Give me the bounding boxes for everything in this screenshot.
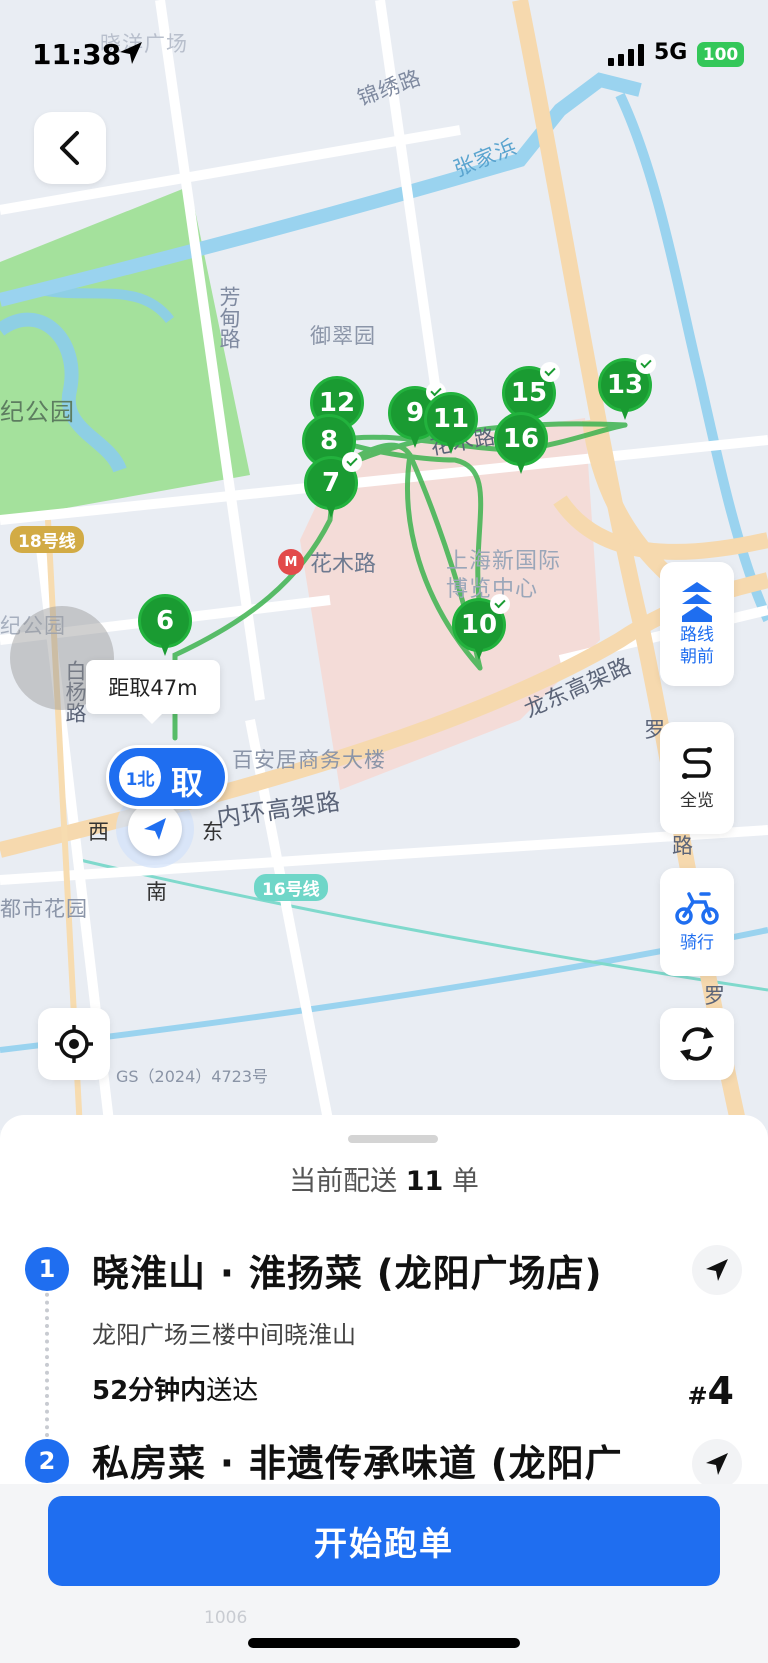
location-arrow-icon [128,802,182,856]
pickup-label: 取 [171,764,204,802]
map-label-yucui-garden: 御翠园 [310,324,376,348]
distance-to-pickup-tooltip: 距取47m [86,660,220,724]
delivery-marker[interactable]: 11 [424,392,478,456]
map-label-century-park: 纪公园 [0,398,75,426]
navigation-arrow-icon [706,1259,728,1281]
bike-icon [675,892,719,925]
delivery-marker[interactable]: 7 [304,452,362,520]
map-view[interactable]: 晓洋广场 锦绣路 张家浜 芳甸路 御翠园 纪公园 18号线 花木路 M 花木路 … [0,0,768,1130]
metro-icon: M [278,549,304,575]
delivery-marker[interactable]: 13 [598,354,656,422]
delivery-time-value: 52分钟内 [92,1376,207,1406]
cellular-signal-icon [608,44,644,66]
status-time: 11:38 [32,38,122,71]
navigate-button[interactable] [692,1439,742,1485]
refresh-button[interactable] [660,1008,734,1080]
overview-route-icon [682,747,712,779]
title-suffix: 单 [451,1166,479,1197]
line-18-badge: 18号线 [10,526,84,553]
status-bar: 11:38 5G 100 [0,0,768,100]
order-list-sheet[interactable]: 当前配送 11 单 1 晓淮山 · 淮扬菜 (龙阳广场店) 龙阳广场三楼中间晓淮… [0,1115,768,1485]
order-address: 龙阳广场三楼中间晓淮山 [92,1321,356,1349]
battery-level: 100 [697,42,744,67]
title-prefix: 当前配送 [289,1166,398,1197]
map-base [0,0,768,1130]
delivery-marker[interactable]: 10 [452,594,510,662]
home-indicator[interactable] [248,1638,520,1648]
pickup-location-marker[interactable]: 1北 取 [106,745,228,809]
order-index-badge: 1 [25,1247,69,1291]
map-label-luo-road-2: 路 [672,834,694,858]
compass-south: 南 [146,880,167,904]
route-heading-label-2: 朝前 [680,647,714,667]
order-sequence: #4 [687,1369,734,1413]
sequence-number: 4 [707,1369,734,1413]
overview-label: 全览 [680,791,714,811]
metro-station-name: 花木路 [310,552,377,577]
map-label-baian-building: 百安居商务大楼 [232,748,386,772]
order-store-name[interactable]: 私房菜 · 非遗传承味道 (龙阳广 [92,1433,623,1485]
map-license-number: GS（2024）4723号 [116,1067,268,1086]
delivery-time-suffix: 送达 [206,1376,259,1406]
completed-check-icon [540,362,560,382]
map-label-dushi-garden: 都市花园 [0,897,88,921]
background-faded-text: 1006 [204,1608,248,1628]
metro-station[interactable]: M 花木路 [278,546,376,578]
sequence-prefix: # [687,1382,708,1410]
order-index-badge: 2 [25,1439,69,1483]
bottom-action-bar: 开始跑单 1006 [0,1484,768,1663]
route-heading-icon [682,582,712,622]
delivery-marker[interactable]: 6 [138,594,192,658]
map-label-expo-center: 上海新国际博览中心 [446,549,562,602]
riding-mode-button[interactable]: 骑行 [660,868,734,976]
back-button[interactable] [34,112,106,184]
compass-west: 西 [88,820,109,844]
network-type: 5G [654,40,688,65]
order-delivery-time: 52分钟内送达 [92,1370,258,1407]
line-16-badge: 16号线 [254,874,328,901]
chevron-left-icon [60,131,79,165]
order-count: 11 [405,1166,444,1197]
delivery-marker[interactable]: 16 [494,412,548,476]
completed-check-icon [490,594,510,614]
overview-button[interactable]: 全览 [660,722,734,834]
navigate-button[interactable] [692,1245,742,1295]
map-label-fangdian-road: 芳甸路 [217,286,241,349]
route-heading-button[interactable]: 路线 朝前 [660,562,734,686]
map-label-luo-road-3: 罗 [704,984,726,1008]
sheet-drag-handle[interactable] [348,1135,438,1143]
locate-me-button[interactable] [38,1008,110,1080]
completed-check-icon [342,452,362,472]
crosshair-icon [55,1025,93,1063]
compass-east: 东 [202,820,223,844]
completed-check-icon [636,354,656,374]
start-delivery-button[interactable]: 开始跑单 [48,1496,720,1586]
current-delivery-count: 当前配送 11 单 [0,1159,768,1198]
order-store-name[interactable]: 晓淮山 · 淮扬菜 (龙阳广场店) [92,1243,603,1297]
route-heading-label-1: 路线 [680,625,714,645]
location-services-icon [120,42,142,64]
refresh-icon [680,1027,714,1061]
navigation-arrow-icon [706,1453,728,1475]
riding-label: 骑行 [680,933,714,953]
pickup-mini-label: 1北 [119,756,161,798]
order-connector-line [45,1285,49,1445]
